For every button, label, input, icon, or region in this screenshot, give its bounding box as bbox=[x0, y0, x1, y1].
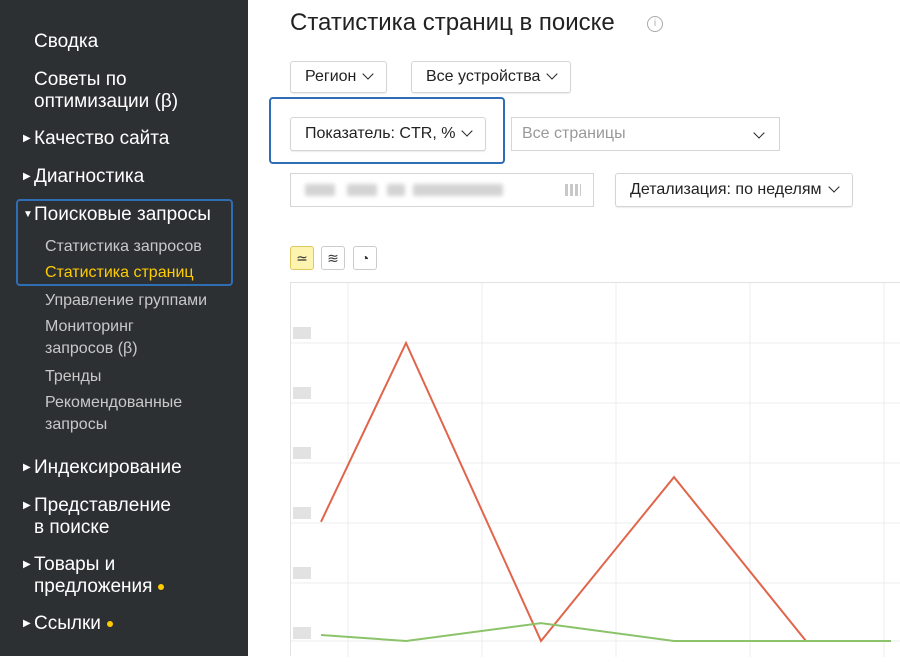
sidebar-item-label: Диагностика bbox=[34, 166, 145, 187]
button-label: Все устройства bbox=[426, 68, 541, 85]
date-range-input[interactable] bbox=[290, 173, 594, 207]
series-line-red bbox=[320, 340, 891, 643]
sidebar-item-label: предложения bbox=[34, 576, 153, 597]
sidebar-item-optimization-tips[interactable]: Советы по оптимизации (β) bbox=[34, 69, 178, 113]
sidebar-subitem-query-monitoring[interactable]: Мониторинг запросов (β) bbox=[45, 316, 138, 360]
chevron-down-icon bbox=[827, 181, 840, 193]
series-line-green bbox=[320, 622, 891, 643]
sidebar-subitem-group-management[interactable]: Управление группами bbox=[45, 290, 207, 312]
pages-select[interactable]: Все страницы bbox=[511, 117, 780, 151]
blurred-text bbox=[413, 184, 503, 196]
y-tick-label-redacted bbox=[293, 327, 311, 339]
button-label: Детализация: по неделям bbox=[630, 181, 822, 198]
sidebar-item-label: в поиске bbox=[34, 517, 110, 538]
chevron-right-icon: ▶ bbox=[23, 500, 31, 511]
info-icon[interactable]: i bbox=[647, 16, 663, 32]
sidebar-item-summary[interactable]: Сводка bbox=[34, 31, 98, 53]
sidebar-item-links[interactable]: ▶ Ссылки bbox=[23, 613, 113, 635]
sidebar-item-indexing[interactable]: ▶ Индексирование bbox=[23, 457, 182, 479]
pie-chart-icon[interactable]: ◔ bbox=[353, 246, 377, 270]
button-label: Регион bbox=[305, 68, 357, 85]
chevron-right-icon: ▶ bbox=[23, 462, 31, 473]
sidebar-item-search-appearance[interactable]: ▶ Представление в поиске bbox=[23, 495, 171, 539]
sidebar-subitem-trends[interactable]: Тренды bbox=[45, 366, 101, 388]
sidebar-subitem-label: Рекомендованные bbox=[45, 394, 183, 411]
sidebar-subitem-label: Управление группами bbox=[45, 292, 208, 309]
line-chart-icon[interactable]: ≃ bbox=[290, 246, 314, 270]
chart-area bbox=[290, 282, 900, 657]
sidebar-subitem-label: запросов (β) bbox=[45, 340, 138, 357]
chevron-right-icon: ▶ bbox=[23, 618, 31, 629]
select-placeholder: Все страницы bbox=[522, 125, 626, 142]
chevron-down-icon bbox=[362, 68, 375, 80]
highlight-frame-sidebar bbox=[16, 199, 233, 286]
sidebar-item-label: Советы по bbox=[34, 69, 127, 90]
blurred-text bbox=[305, 184, 335, 196]
y-tick-label-redacted bbox=[293, 387, 311, 399]
y-tick-label-redacted bbox=[293, 567, 311, 579]
sidebar-item-label: Ссылки bbox=[34, 613, 101, 634]
new-badge-dot bbox=[106, 620, 113, 627]
sidebar-item-label: Представление bbox=[34, 495, 171, 516]
chevron-right-icon: ▶ bbox=[23, 133, 31, 144]
sidebar-item-label: Товары и bbox=[34, 554, 116, 575]
devices-button[interactable]: Все устройства bbox=[411, 61, 572, 93]
indicator-button[interactable]: Показатель: CTR, % bbox=[290, 117, 487, 151]
sidebar-item-site-quality[interactable]: ▶ Качество сайта bbox=[23, 128, 170, 150]
sidebar-subitem-recommended-queries[interactable]: Рекомендованные запросы bbox=[45, 392, 182, 436]
sidebar-item-products[interactable]: ▶ Товары и предложения bbox=[23, 554, 165, 598]
sidebar-item-label: Индексирование bbox=[34, 457, 182, 478]
button-label: Показатель: CTR, % bbox=[305, 125, 456, 142]
blurred-text bbox=[347, 184, 377, 196]
chart-svg bbox=[291, 283, 900, 657]
chevron-right-icon: ▶ bbox=[23, 559, 31, 570]
sidebar-subitem-label: Тренды bbox=[45, 368, 102, 385]
region-button[interactable]: Регион bbox=[290, 61, 388, 93]
chevron-down-icon bbox=[461, 125, 474, 137]
sidebar: Сводка Советы по оптимизации (β) ▶ Качест… bbox=[0, 0, 248, 656]
page-title: Статистика страниц в поиске bbox=[290, 9, 615, 36]
detail-button[interactable]: Детализация: по неделям bbox=[615, 173, 853, 207]
chevron-right-icon: ▶ bbox=[23, 171, 31, 182]
sidebar-subitem-label: Мониторинг bbox=[45, 318, 134, 335]
sidebar-item-label: оптимизации (β) bbox=[34, 91, 179, 112]
y-tick-label-redacted bbox=[293, 627, 311, 639]
sidebar-item-label: Сводка bbox=[34, 31, 99, 52]
sidebar-subitem-label: запросы bbox=[45, 416, 108, 433]
chevron-down-icon bbox=[546, 68, 559, 80]
y-tick-label-redacted bbox=[293, 447, 311, 459]
chevron-down-icon bbox=[753, 127, 765, 139]
blurred-text bbox=[387, 184, 405, 196]
new-badge-dot bbox=[158, 583, 165, 590]
calendar-icon[interactable] bbox=[565, 184, 581, 196]
sidebar-item-label: Качество сайта bbox=[34, 128, 170, 149]
area-chart-icon[interactable]: ≋ bbox=[321, 246, 345, 270]
sidebar-item-diagnostics[interactable]: ▶ Диагностика bbox=[23, 166, 145, 188]
y-tick-label-redacted bbox=[293, 507, 311, 519]
